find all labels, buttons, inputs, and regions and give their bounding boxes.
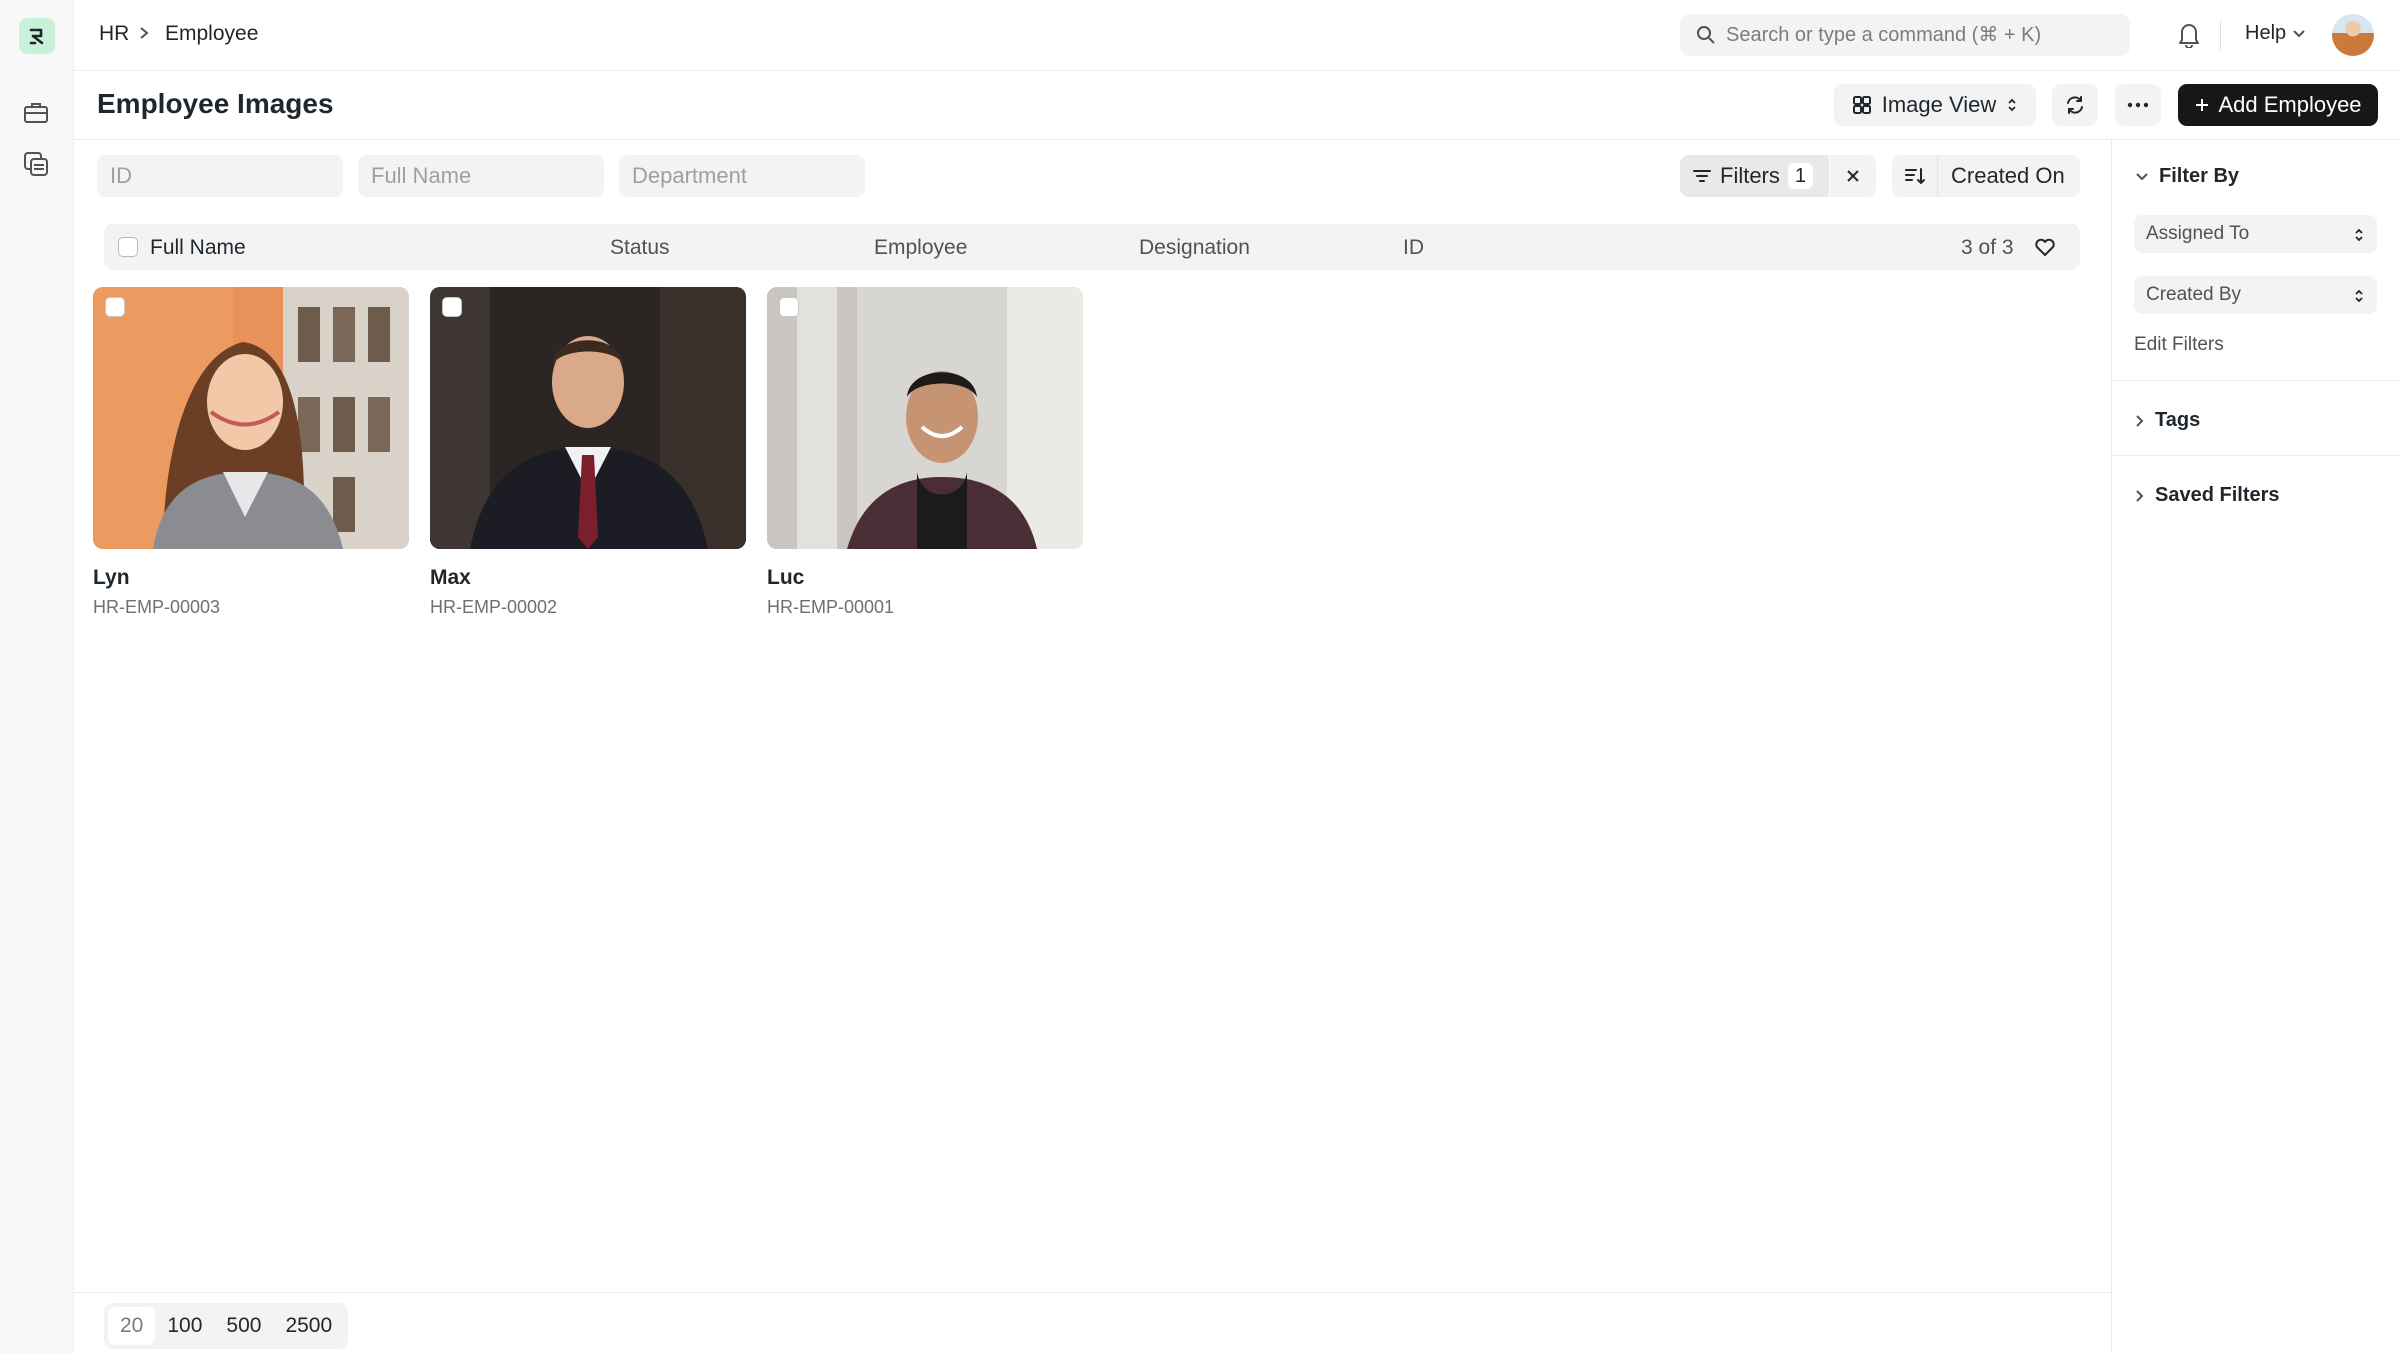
employee-name[interactable]: Max <box>430 566 746 590</box>
edit-filters-link[interactable]: Edit Filters <box>2134 334 2224 356</box>
page-size-selector: 20 100 500 2500 <box>104 1303 349 1349</box>
column-header-id[interactable]: ID <box>1403 236 1424 260</box>
database-stack-icon[interactable] <box>21 149 51 179</box>
sort-selector: Created On <box>1892 155 2080 197</box>
id-filter-input[interactable] <box>97 155 343 197</box>
top-navbar: HR Employee Help <box>74 0 2400 71</box>
breadcrumb-chevron-right-icon <box>140 27 149 39</box>
card-select-checkbox[interactable] <box>105 297 125 317</box>
select-all-checkbox[interactable] <box>118 237 138 257</box>
filters-label: Filters <box>1720 163 1780 188</box>
sort-field-button[interactable]: Created On <box>1938 163 2065 189</box>
sidebar-separator <box>2112 455 2400 456</box>
search-input[interactable] <box>1726 14 2121 56</box>
user-avatar[interactable] <box>2332 14 2374 56</box>
tags-section-toggle[interactable]: Tags <box>2135 409 2200 432</box>
column-header-status[interactable]: Status <box>610 236 670 260</box>
employee-name[interactable]: Lyn <box>93 566 409 590</box>
employee-id: HR-EMP-00002 <box>430 597 558 617</box>
department-filter-input[interactable] <box>619 155 865 197</box>
employee-photo[interactable] <box>430 287 746 549</box>
navbar-divider <box>2220 20 2221 50</box>
app-sidebar-rail <box>0 0 74 1353</box>
clear-filters-button[interactable] <box>1830 155 1876 197</box>
app-logo[interactable] <box>19 18 55 54</box>
filter-by-section-toggle[interactable]: Filter By <box>2135 165 2239 188</box>
header-divider <box>74 139 2400 140</box>
employee-photo[interactable] <box>93 287 409 549</box>
filter-by-label: Filter By <box>2159 165 2240 187</box>
chevron-down-icon <box>2136 172 2148 180</box>
filter-lines-icon <box>1693 170 1711 182</box>
view-switcher-label: Image View <box>1881 92 1997 117</box>
card-select-checkbox[interactable] <box>442 297 462 317</box>
close-icon <box>1847 170 1859 182</box>
filters-button[interactable]: Filters 1 <box>1680 155 1829 197</box>
sidebar-separator <box>2112 380 2400 381</box>
sidebar-divider <box>2111 140 2112 1353</box>
employee-card[interactable]: Luc HR-EMP-00001 <box>767 287 1083 618</box>
employee-card[interactable]: Lyn HR-EMP-00003 <box>93 287 409 618</box>
saved-filters-label: Saved Filters <box>2155 484 2280 506</box>
employee-id: HR-EMP-00001 <box>767 597 895 617</box>
page-size-100-button[interactable]: 100 <box>155 1307 214 1345</box>
reload-button[interactable] <box>2052 84 2098 126</box>
select-arrows-icon <box>2355 289 2363 303</box>
saved-filters-section-toggle[interactable]: Saved Filters <box>2135 484 2280 507</box>
column-header-employee[interactable]: Employee <box>874 236 967 260</box>
column-header-full-name[interactable]: Full Name <box>150 236 246 260</box>
footer-divider <box>74 1292 2111 1293</box>
help-dropdown[interactable]: Help <box>2245 22 2306 45</box>
tags-label: Tags <box>2155 409 2201 431</box>
employee-name[interactable]: Luc <box>767 566 1083 590</box>
heart-icon[interactable] <box>2034 237 2056 257</box>
page-title: Employee Images <box>97 88 334 119</box>
full-name-filter-input[interactable] <box>358 155 604 197</box>
breadcrumb-current[interactable]: Employee <box>165 22 258 46</box>
employee-id: HR-EMP-00003 <box>93 597 221 617</box>
ellipsis-icon <box>2127 102 2149 108</box>
list-header-row: Full Name Status Employee Designation ID… <box>104 224 2080 270</box>
result-count: 3 of 3 <box>1961 236 2014 259</box>
filters-count-badge: 1 <box>1787 163 1814 189</box>
breadcrumb-root[interactable]: HR <box>99 22 129 46</box>
created-by-label: Created By <box>2146 284 2242 305</box>
help-label: Help <box>2245 22 2287 44</box>
card-select-checkbox[interactable] <box>779 297 799 317</box>
employee-photo[interactable] <box>767 287 1083 549</box>
sort-direction-button[interactable] <box>1892 155 1938 197</box>
created-by-select[interactable]: Created By <box>2134 276 2377 314</box>
workspace-briefcase-icon[interactable] <box>21 98 51 128</box>
chevron-right-icon <box>2136 414 2144 427</box>
employee-card[interactable]: Max HR-EMP-00002 <box>430 287 746 618</box>
select-arrows-icon <box>2008 98 2016 112</box>
search-icon <box>1697 26 1715 44</box>
chevron-down-icon <box>2293 29 2305 37</box>
assigned-to-select[interactable]: Assigned To <box>2134 215 2377 253</box>
search-bar[interactable] <box>1680 14 2130 56</box>
add-employee-label: Add Employee <box>2218 92 2362 117</box>
select-arrows-icon <box>2355 228 2363 242</box>
more-actions-button[interactable] <box>2115 84 2161 126</box>
assigned-to-label: Assigned To <box>2146 223 2250 244</box>
page-size-2500-button[interactable]: 2500 <box>273 1307 344 1345</box>
app-logo-icon <box>29 28 44 45</box>
grid-view-icon <box>1852 96 1871 114</box>
page-size-500-button[interactable]: 500 <box>214 1307 273 1345</box>
notification-bell-icon[interactable] <box>2176 20 2202 48</box>
plus-icon <box>2196 99 2209 111</box>
view-switcher-button[interactable]: Image View <box>1834 84 2036 126</box>
column-header-designation[interactable]: Designation <box>1139 236 1250 260</box>
page-size-20-button[interactable]: 20 <box>108 1307 156 1345</box>
sort-descending-icon <box>1904 168 1925 185</box>
add-employee-button[interactable]: Add Employee <box>2178 84 2378 126</box>
chevron-right-icon <box>2136 489 2144 502</box>
refresh-icon <box>2067 96 2083 114</box>
